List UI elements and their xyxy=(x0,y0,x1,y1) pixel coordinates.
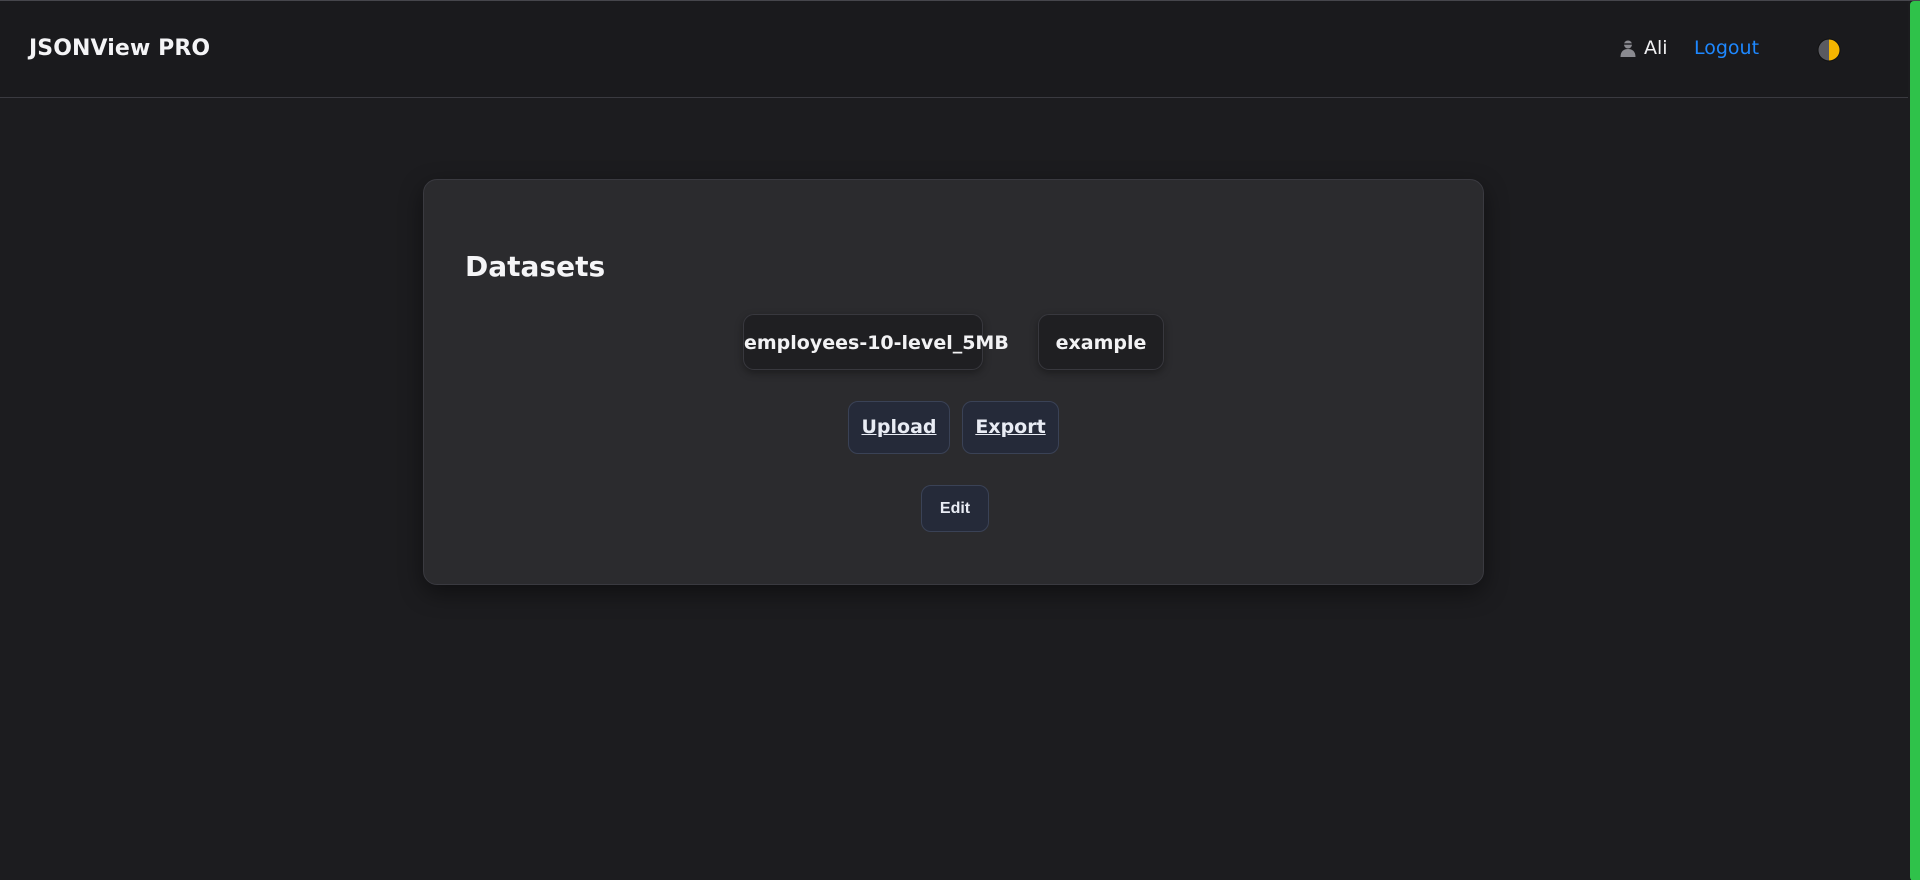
brand-title[interactable]: JSONView PRO xyxy=(29,36,210,61)
top-navbar: JSONView PRO Ali Logout xyxy=(0,1,1908,98)
user-info: Ali xyxy=(1618,37,1668,59)
dataset-chip-example[interactable]: example xyxy=(1038,314,1164,370)
upload-button[interactable]: Upload xyxy=(848,401,950,454)
datasets-card: Datasets employees-10-level_5MB example … xyxy=(423,179,1484,585)
dataset-chip-employees[interactable]: employees-10-level_5MB xyxy=(743,314,1009,370)
half-moon-theme-icon[interactable] xyxy=(1817,38,1841,62)
edit-button[interactable]: Edit xyxy=(921,485,989,532)
export-button[interactable]: Export xyxy=(962,401,1059,454)
logout-link[interactable]: Logout xyxy=(1694,37,1759,59)
datasets-heading: Datasets xyxy=(465,250,606,283)
scrollbar-thumb[interactable] xyxy=(1910,1,1920,880)
user-icon xyxy=(1620,40,1636,57)
app-window: JSONView PRO Ali Logout Datasets employe… xyxy=(0,0,1920,880)
user-name: Ali xyxy=(1644,37,1668,59)
